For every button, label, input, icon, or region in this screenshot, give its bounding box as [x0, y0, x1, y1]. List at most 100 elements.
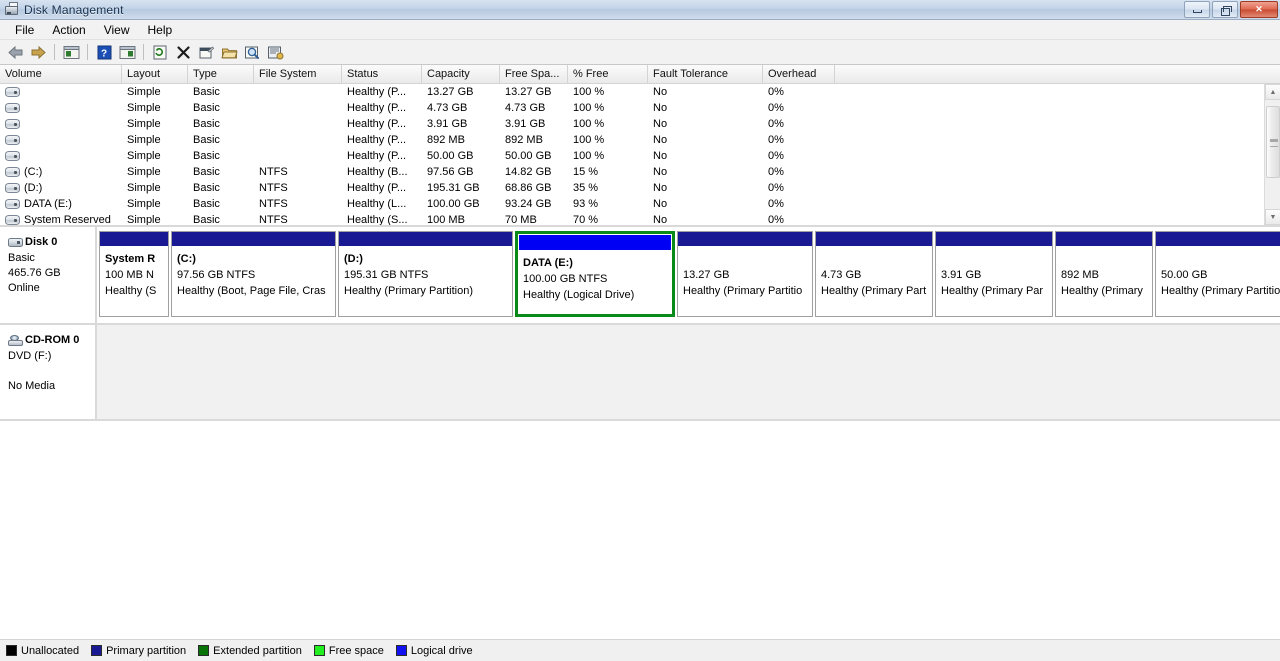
- partition-block[interactable]: 892 MB Healthy (Primary: [1055, 231, 1153, 317]
- partition-block[interactable]: 13.27 GB Healthy (Primary Partitio: [677, 231, 813, 317]
- explore-icon[interactable]: [241, 42, 263, 63]
- table-row[interactable]: DATA (E:) Simple Basic NTFS Healthy (L... 100…: [0, 196, 1264, 212]
- cell-volume-label: System Reserved: [24, 214, 111, 225]
- cell-fault-tolerance: No: [653, 86, 668, 98]
- properties-icon[interactable]: [195, 42, 217, 63]
- table-row[interactable]: System Reserved Simple Basic NTFS Healthy (S…: [0, 212, 1264, 225]
- help-topics-icon[interactable]: [264, 42, 286, 63]
- cell-layout: Simple: [127, 86, 161, 98]
- cell-capacity: 100.00 GB: [427, 198, 480, 210]
- cell-type: Basic: [193, 214, 220, 225]
- column-header-type[interactable]: Type: [188, 65, 254, 84]
- cdrom-empty-area: [97, 325, 1280, 419]
- show-hide-action-pane-icon[interactable]: [116, 42, 138, 63]
- cell-capacity: 892 MB: [427, 134, 465, 146]
- column-header-percent-free[interactable]: % Free: [568, 65, 648, 84]
- column-header-free-space[interactable]: Free Spa...: [500, 65, 568, 84]
- legend-label: Extended partition: [213, 644, 302, 657]
- partition-block[interactable]: DATA (E:) 100.00 GB NTFS Healthy (Logical …: [515, 231, 675, 317]
- volume-icon: [5, 167, 20, 177]
- legend-swatch: [198, 645, 210, 656]
- table-row[interactable]: Simple Basic Healthy (P... 50.00 GB 50.00 GB…: [0, 148, 1264, 164]
- rescan-disks-icon[interactable]: [149, 42, 171, 63]
- cell-status: Healthy (P...: [347, 102, 407, 114]
- table-row[interactable]: Simple Basic Healthy (P... 13.27 GB 13.27 GB…: [0, 84, 1264, 100]
- partition-block[interactable]: 3.91 GB Healthy (Primary Par: [935, 231, 1053, 317]
- scrollbar-thumb[interactable]: [1266, 106, 1280, 178]
- disk-info-cdrom0[interactable]: CD-ROM 0 DVD (F:) No Media: [0, 325, 97, 419]
- title-bar: Disk Management ✕: [0, 0, 1280, 20]
- disk-row-cdrom0[interactable]: CD-ROM 0 DVD (F:) No Media: [0, 325, 1280, 421]
- cdrom-type: DVD (F:): [8, 350, 52, 362]
- table-row[interactable]: Simple Basic Healthy (P... 4.73 GB 4.73 GB 10…: [0, 100, 1264, 116]
- partition-block[interactable]: System R 100 MB N Healthy (S: [99, 231, 169, 317]
- partition-color-bar: [678, 232, 812, 247]
- toolbar-separator: [87, 44, 88, 60]
- partition-size: 4.73 GB: [821, 269, 862, 281]
- column-header-fault-tolerance[interactable]: Fault Tolerance: [648, 65, 763, 84]
- close-button[interactable]: ✕: [1240, 1, 1278, 18]
- svg-text:?: ?: [100, 48, 106, 59]
- help-icon[interactable]: ?: [93, 42, 115, 63]
- legend-label: Unallocated: [21, 644, 80, 657]
- forward-icon[interactable]: [27, 42, 49, 63]
- cell-layout: Simple: [127, 214, 161, 225]
- cell-free-space: 14.82 GB: [505, 166, 552, 178]
- cell-capacity: 97.56 GB: [427, 166, 474, 178]
- volume-icon: [5, 135, 20, 145]
- scroll-down-arrow-icon[interactable]: ▼: [1265, 209, 1280, 225]
- cell-status: Healthy (P...: [347, 182, 407, 194]
- partition-block[interactable]: (D:) 195.31 GB NTFS Healthy (Primary Parti…: [338, 231, 513, 317]
- disk-management-icon: [4, 1, 20, 18]
- partition-details: System R 100 MB N Healthy (S: [100, 247, 168, 316]
- show-hide-console-tree-icon[interactable]: [60, 42, 82, 63]
- cell-percent-free: 100 %: [573, 102, 605, 114]
- cell-overhead: 0%: [768, 86, 784, 98]
- partition-color-bar: [816, 232, 932, 247]
- cdrom-name: CD-ROM 0: [25, 334, 80, 346]
- window-title: Disk Management: [24, 2, 124, 17]
- column-header-layout[interactable]: Layout: [122, 65, 188, 84]
- column-header-overhead[interactable]: Overhead: [763, 65, 835, 84]
- column-header-volume[interactable]: Volume: [0, 65, 122, 84]
- partition-block[interactable]: 4.73 GB Healthy (Primary Part: [815, 231, 933, 317]
- partition-block[interactable]: (C:) 97.56 GB NTFS Healthy (Boot, Page Fil…: [171, 231, 336, 317]
- column-header-capacity[interactable]: Capacity: [422, 65, 500, 84]
- legend-swatch: [91, 645, 103, 656]
- minimize-button[interactable]: [1184, 1, 1210, 18]
- disk-row-disk0[interactable]: Disk 0 Basic 465.76 GB Online System R 10…: [0, 227, 1280, 325]
- menu-view[interactable]: View: [95, 21, 139, 39]
- toolbar: ?: [0, 40, 1280, 65]
- partition-size: 13.27 GB: [683, 269, 730, 281]
- column-header-status[interactable]: Status: [342, 65, 422, 84]
- cell-percent-free: 100 %: [573, 150, 605, 162]
- cell-fault-tolerance: No: [653, 134, 668, 146]
- open-icon[interactable]: [218, 42, 240, 63]
- disk-status: Online: [8, 282, 40, 294]
- cell-volume: [0, 103, 122, 113]
- cell-status: Healthy (P...: [347, 118, 407, 130]
- menu-help[interactable]: Help: [139, 21, 182, 39]
- partition-block[interactable]: 50.00 GB Healthy (Primary Partition): [1155, 231, 1280, 317]
- cell-layout: Simple: [127, 198, 161, 210]
- volume-icon: [5, 103, 20, 113]
- cell-status: Healthy (S...: [347, 214, 408, 225]
- menu-file[interactable]: File: [6, 21, 43, 39]
- volume-list-scrollbar[interactable]: ▲ ▼: [1264, 84, 1280, 225]
- cell-volume: [0, 87, 122, 97]
- menu-action[interactable]: Action: [43, 21, 94, 39]
- delete-icon[interactable]: [172, 42, 194, 63]
- maximize-button[interactable]: [1212, 1, 1238, 18]
- graphical-view: Disk 0 Basic 465.76 GB Online System R 10…: [0, 227, 1280, 430]
- back-icon[interactable]: [4, 42, 26, 63]
- table-row[interactable]: Simple Basic Healthy (P... 892 MB 892 MB 100 …: [0, 132, 1264, 148]
- cell-type: Basic: [193, 198, 220, 210]
- table-row[interactable]: (D:) Simple Basic NTFS Healthy (P... 195.31 G…: [0, 180, 1264, 196]
- table-row[interactable]: (C:) Simple Basic NTFS Healthy (B... 97.56 GB…: [0, 164, 1264, 180]
- table-row[interactable]: Simple Basic Healthy (P... 3.91 GB 3.91 GB 10…: [0, 116, 1264, 132]
- volume-list-body[interactable]: Simple Basic Healthy (P... 13.27 GB 13.27 GB…: [0, 84, 1264, 225]
- disk-info-disk0[interactable]: Disk 0 Basic 465.76 GB Online: [0, 227, 97, 323]
- cell-layout: Simple: [127, 102, 161, 114]
- scroll-up-arrow-icon[interactable]: ▲: [1265, 84, 1280, 100]
- column-header-file-system[interactable]: File System: [254, 65, 342, 84]
